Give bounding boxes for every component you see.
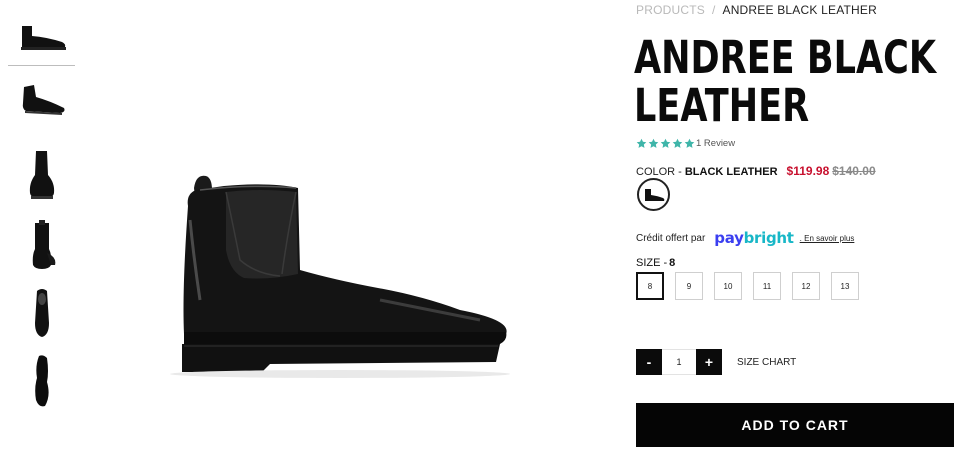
product-main-image bbox=[160, 150, 520, 380]
size-options: 8 9 10 11 12 13 bbox=[636, 272, 859, 300]
boot-main-icon bbox=[170, 175, 510, 378]
selected-size-value: 8 bbox=[669, 257, 676, 269]
rating-stars bbox=[636, 138, 695, 149]
breadcrumb: PRODUCTS / ANDREE BLACK LEATHER bbox=[636, 3, 877, 17]
boot-top-icon bbox=[34, 289, 49, 337]
size-chart-link[interactable]: SIZE CHART bbox=[737, 357, 796, 368]
product-rating[interactable]: 1 Review bbox=[636, 138, 735, 149]
thumbnail-front[interactable] bbox=[8, 146, 75, 204]
boot-sole-icon bbox=[34, 355, 49, 407]
quantity-input[interactable] bbox=[662, 349, 696, 375]
boot-side-icon bbox=[20, 25, 66, 50]
sale-price: $119.98 bbox=[786, 164, 830, 178]
size-option-11[interactable]: 11 bbox=[753, 272, 781, 300]
boot-angle-icon bbox=[22, 85, 64, 115]
boot-front-icon bbox=[29, 151, 54, 199]
breadcrumb-separator: / bbox=[711, 3, 716, 17]
size-option-13[interactable]: 13 bbox=[831, 272, 859, 300]
size-option-9[interactable]: 9 bbox=[675, 272, 703, 300]
star-icon bbox=[636, 138, 647, 148]
review-count-link[interactable]: 1 Review bbox=[696, 138, 735, 149]
breadcrumb-current: ANDREE BLACK LEATHER bbox=[722, 3, 877, 17]
quantity-decrement-button[interactable]: - bbox=[636, 349, 662, 375]
learn-more-link[interactable]: . En savoir plus bbox=[800, 234, 855, 243]
boot-back-icon bbox=[32, 220, 55, 269]
financing-credit: Crédit offert par paybright . En savoir … bbox=[636, 229, 854, 247]
boot-swatch-icon bbox=[644, 188, 664, 201]
color-value: BLACK LEATHER bbox=[684, 166, 778, 178]
star-icon bbox=[684, 138, 695, 148]
quantity-increment-button[interactable]: + bbox=[696, 349, 722, 375]
credit-text: Crédit offert par bbox=[636, 232, 706, 244]
quantity-stepper: - + SIZE CHART bbox=[636, 349, 796, 375]
size-label: SIZE -8 bbox=[636, 257, 676, 269]
size-option-8[interactable]: 8 bbox=[636, 272, 664, 300]
thumbnail-angle[interactable] bbox=[8, 70, 75, 128]
thumbnail-sole[interactable] bbox=[8, 352, 75, 410]
breadcrumb-products-link[interactable]: PRODUCTS bbox=[636, 3, 705, 17]
color-swatch-black-leather[interactable] bbox=[637, 178, 670, 211]
thumbnail-back[interactable] bbox=[8, 216, 75, 274]
add-to-cart-button[interactable]: ADD TO CART bbox=[636, 403, 954, 447]
product-title: ANDREE BLACK LEATHER bbox=[634, 31, 937, 132]
size-option-12[interactable]: 12 bbox=[792, 272, 820, 300]
color-label: COLOR - bbox=[636, 166, 682, 178]
size-option-10[interactable]: 10 bbox=[714, 272, 742, 300]
star-icon bbox=[648, 138, 659, 148]
original-price: $140.00 bbox=[832, 164, 876, 178]
star-icon bbox=[660, 138, 671, 148]
color-price-row: COLOR - BLACK LEATHER $119.98 $140.00 bbox=[636, 164, 876, 178]
thumbnail-top[interactable] bbox=[8, 284, 75, 342]
thumbnail-side[interactable] bbox=[8, 8, 75, 66]
paybright-logo: paybright bbox=[714, 229, 794, 247]
star-icon bbox=[672, 138, 683, 148]
